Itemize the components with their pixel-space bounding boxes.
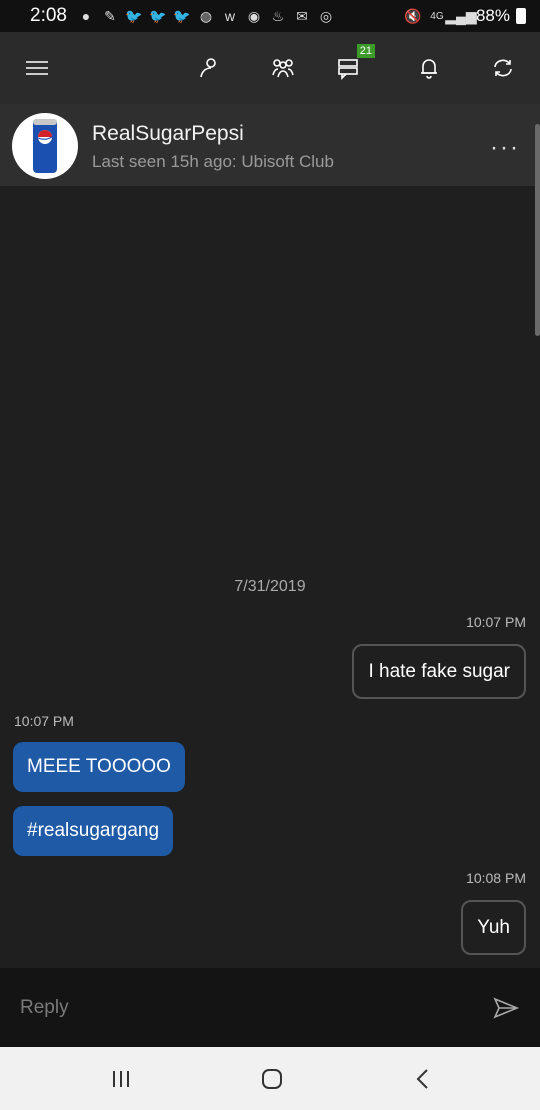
battery-icon — [516, 8, 526, 24]
messages-badge: 21 — [356, 44, 375, 58]
message-text: MEEE TOOOOO — [27, 756, 171, 777]
clock: 2:08 — [30, 5, 67, 26]
mute-icon: 🔇 — [404, 7, 422, 24]
back-button[interactable] — [408, 1065, 438, 1093]
message-timestamp: 10:08 PM — [466, 870, 526, 886]
message-bubble-outgoing[interactable]: I hate fake sugar — [352, 644, 526, 699]
globe-icon: ◍ — [199, 7, 213, 24]
notification-icons: ● ✎ 🐦 🐦 🐦 ◍ w ◉ ♨ ✉ ◎ — [77, 7, 335, 25]
message-bubble-incoming[interactable]: MEEE TOOOOO — [13, 742, 185, 792]
activity-button[interactable] — [485, 50, 521, 86]
menu-button[interactable] — [19, 50, 55, 86]
mail-icon: ✉ — [296, 7, 308, 24]
avatar[interactable] — [12, 113, 78, 179]
sync-icon: ◎ — [319, 7, 333, 24]
recents-icon — [113, 1071, 129, 1087]
twitter-icon: 🐦 — [125, 7, 143, 24]
back-icon — [416, 1069, 428, 1089]
reply-bar — [0, 968, 540, 1047]
contact-name[interactable]: RealSugarPepsi — [92, 122, 244, 146]
more-options-button[interactable]: ··· — [490, 134, 520, 162]
message-text: I hate fake sugar — [368, 660, 510, 682]
message-bubble-incoming[interactable]: #realsugargang — [13, 806, 174, 856]
date-separator: 7/31/2019 — [234, 578, 306, 595]
reply-input[interactable] — [20, 990, 460, 1026]
friends-button[interactable] — [191, 50, 227, 86]
twitter-icon: 🐦 — [149, 7, 167, 24]
message-text: #realsugargang — [27, 820, 160, 841]
pen-icon: ✎ — [104, 7, 116, 24]
notifications-button[interactable] — [411, 50, 447, 86]
message-timestamp: 10:07 PM — [466, 614, 526, 630]
home-icon — [262, 1069, 282, 1089]
person-icon — [200, 58, 216, 78]
chat-icon: ● — [81, 8, 91, 24]
4g-icon: 4G — [430, 10, 444, 22]
message-timestamp: 10:07 PM — [14, 713, 74, 729]
battery-percent: 88% — [475, 6, 510, 25]
status-bar: 2:08 ● ✎ 🐦 🐦 🐦 ◍ w ◉ ♨ ✉ ◎ 🔇 4G ▂▄▆ 88% — [0, 0, 540, 32]
pepsi-can-icon — [33, 119, 57, 173]
app-toolbar: 21 — [0, 32, 540, 104]
messages-button[interactable]: 21 — [331, 44, 375, 86]
contact-status: Last seen 15h ago: Ubisoft Club — [92, 152, 334, 171]
home-button[interactable] — [257, 1065, 287, 1093]
chat-icon — [338, 59, 358, 80]
refresh-icon — [494, 59, 512, 77]
signal-icon: ▂▄▆ — [445, 7, 477, 24]
message-bubble-outgoing[interactable]: Yuh — [461, 900, 526, 955]
bell-icon — [421, 59, 437, 79]
recent-apps-button[interactable] — [106, 1065, 136, 1093]
system-navigation-bar — [0, 1047, 540, 1110]
conversation-header: RealSugarPepsi Last seen 15h ago: Ubisof… — [0, 104, 540, 186]
scrollbar[interactable] — [535, 124, 540, 336]
send-icon — [493, 997, 520, 1019]
send-button[interactable] — [492, 994, 520, 1022]
flame-icon: ♨ — [271, 7, 285, 24]
pocket-icon: ◉ — [247, 7, 261, 24]
group-icon — [272, 59, 294, 78]
party-button[interactable] — [265, 50, 301, 86]
w-icon: w — [224, 8, 236, 24]
twitter-icon: 🐦 — [173, 7, 191, 24]
message-text: Yuh — [477, 916, 510, 938]
hamburger-icon — [26, 61, 48, 75]
